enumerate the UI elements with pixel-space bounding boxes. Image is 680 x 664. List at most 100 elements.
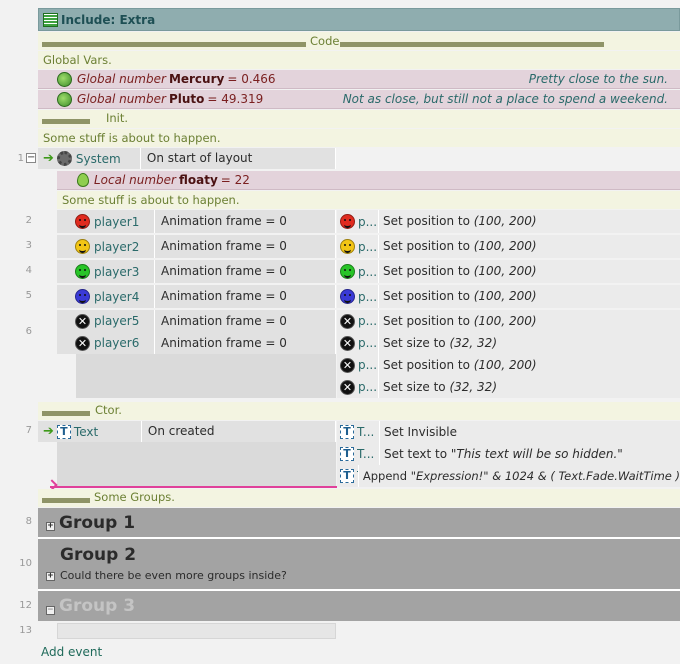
action-args: (100, 200): [473, 289, 537, 303]
comment-bar: [42, 119, 90, 124]
group-title: Group 2: [60, 545, 137, 565]
collapse-icon[interactable]: −: [46, 605, 55, 615]
condition-text: On created: [140, 421, 214, 442]
include-header[interactable]: Include: Extra: [38, 8, 680, 31]
sub-event-action[interactable]: p... Set position to (100, 200): [337, 285, 680, 308]
event6-empty-area: [76, 354, 336, 398]
action-name: Set Invisible: [384, 425, 458, 439]
action-object: p...: [358, 214, 378, 229]
event13-empty[interactable]: [57, 623, 336, 639]
code-comment-row[interactable]: Code: [38, 32, 680, 50]
text-object-icon: T: [340, 447, 354, 461]
player4-sprite-icon: [75, 289, 90, 304]
condition-object: player3: [94, 264, 140, 279]
expand-icon[interactable]: +: [46, 522, 55, 531]
event-number: 5: [25, 290, 32, 301]
event-number: 3: [25, 240, 32, 251]
condition-text: Animation frame = 0: [154, 210, 287, 233]
sub-event-condition[interactable]: ✕ player6 Animation frame = 0: [57, 332, 336, 354]
groups-comment-text: Some Groups.: [94, 490, 175, 504]
sub-event-action[interactable]: ✕ p... Set size to (32, 32): [337, 332, 680, 354]
event7-condition[interactable]: ➔ T Text On created: [38, 421, 336, 442]
action-name: Set position to: [383, 239, 474, 253]
action-name: Set position to: [383, 214, 474, 228]
event7-action-block: T T... Set Invisible T T... Set text to …: [337, 421, 680, 487]
action-name: Set size to: [383, 336, 450, 350]
sub-event-action[interactable]: p... Set position to (100, 200): [337, 260, 680, 283]
group-1[interactable]: + Group 1: [38, 508, 680, 537]
action-text: Set position to (100, 200): [378, 260, 537, 283]
sub-event-condition[interactable]: player3 Animation frame = 0: [57, 260, 336, 283]
group-title: Group 1: [59, 512, 136, 533]
global-kind: Global number: [77, 72, 166, 86]
text-object-icon: T: [340, 425, 354, 439]
action-text: Set size to (32, 32): [378, 332, 497, 354]
local-var-floaty[interactable]: Local number floaty = 22: [57, 171, 680, 190]
sub-event-action[interactable]: T T... Set text to "This text will be so…: [337, 443, 680, 465]
event6-condition-block[interactable]: ✕ player5 Animation frame = 0 ✕ player6 …: [57, 310, 336, 354]
group-2[interactable]: Group 2 + Could there be even more group…: [38, 539, 680, 589]
action-args: (100, 200): [473, 358, 537, 372]
action-text: Set position to (100, 200): [378, 210, 537, 233]
local-kind: Local number: [94, 173, 176, 187]
global-var-mercury[interactable]: Global number Mercury = 0.466 Pretty clo…: [38, 70, 680, 89]
player-sprite-icon: ✕: [340, 357, 355, 373]
condition-object: Text: [73, 424, 99, 439]
comment-bar-left: [42, 42, 306, 47]
global-var-pluto[interactable]: Global number Pluto = 49.319 Not as clos…: [38, 90, 680, 109]
global-kind: Global number: [77, 92, 166, 106]
action-name: Set position to: [383, 289, 474, 303]
sub-event-action[interactable]: ✕ p... Set position to (100, 200): [337, 310, 680, 332]
action-text: Set position to (100, 200): [378, 285, 537, 308]
sub-event-condition[interactable]: player4 Animation frame = 0: [57, 285, 336, 308]
action-object: p...: [358, 314, 378, 328]
sub-event-action[interactable]: ✕ p... Set size to (32, 32): [337, 376, 680, 398]
event7-empty-area: [57, 442, 336, 487]
sub-event-action[interactable]: ✕ p... Set position to (100, 200): [337, 354, 680, 376]
sub-event-action[interactable]: p... Set position to (100, 200): [337, 235, 680, 258]
ctor-comment-row[interactable]: Ctor.: [38, 402, 680, 420]
sub-event-action[interactable]: T T... Append "Expression!" & 1024 & ( T…: [337, 465, 680, 487]
event-number: 8: [25, 516, 32, 527]
sub-event-condition[interactable]: player1 Animation frame = 0: [57, 210, 336, 233]
action-name: Set text to: [384, 447, 451, 461]
trigger-arrow-icon: ➔: [43, 151, 54, 166]
init-comment-row[interactable]: Init.: [38, 110, 680, 128]
global-name: Pluto: [168, 92, 205, 106]
action-args: "This text will be so hidden.": [450, 447, 623, 461]
group-3-disabled[interactable]: − Group 3: [38, 591, 680, 621]
action-text: Set position to (100, 200): [378, 310, 537, 332]
stuff-comment-1[interactable]: Some stuff is about to happen.: [38, 129, 680, 147]
player5-sprite-icon: ✕: [75, 313, 90, 329]
action-text: Set position to (100, 200): [378, 235, 537, 258]
action-name: Set position to: [383, 264, 474, 278]
player6-sprite-icon: ✕: [75, 335, 90, 351]
event-sheet-icon: [43, 12, 58, 27]
player3-sprite-icon: [340, 264, 355, 279]
sub-event-action[interactable]: p... Set position to (100, 200): [337, 210, 680, 233]
condition-object: player1: [94, 214, 140, 229]
global-vars-comment[interactable]: Global Vars.: [38, 51, 680, 69]
groups-comment-row[interactable]: Some Groups.: [38, 489, 680, 507]
stuff-comment-2[interactable]: Some stuff is about to happen.: [57, 191, 680, 209]
action-object: T...: [357, 425, 375, 439]
global-variable-icon: [57, 91, 72, 107]
expand-icon[interactable]: +: [46, 572, 55, 581]
action-text: Set position to (100, 200): [378, 354, 537, 376]
group-description: Could there be even more groups inside?: [60, 569, 287, 582]
sub-event-action[interactable]: T T... Set Invisible: [337, 421, 680, 443]
condition-object: player2: [94, 239, 140, 254]
global-name: Mercury: [168, 72, 225, 86]
event-number: 6: [25, 326, 32, 337]
player-sprite-icon: ✕: [340, 379, 355, 395]
collapse-toggle[interactable]: −: [26, 153, 36, 163]
event-number: 7: [25, 425, 32, 436]
action-name: Append: [362, 469, 411, 483]
trigger-arrow-icon: ➔: [43, 424, 54, 439]
sub-event-condition[interactable]: ✕ player5 Animation frame = 0: [57, 310, 336, 332]
player-sprite-icon: ✕: [340, 313, 355, 329]
action-name: Set size to: [383, 380, 450, 394]
add-event-link[interactable]: Add event: [41, 645, 102, 659]
sub-event-condition[interactable]: player2 Animation frame = 0: [57, 235, 336, 258]
event1-condition[interactable]: ➔ System On start of layout: [38, 148, 336, 169]
